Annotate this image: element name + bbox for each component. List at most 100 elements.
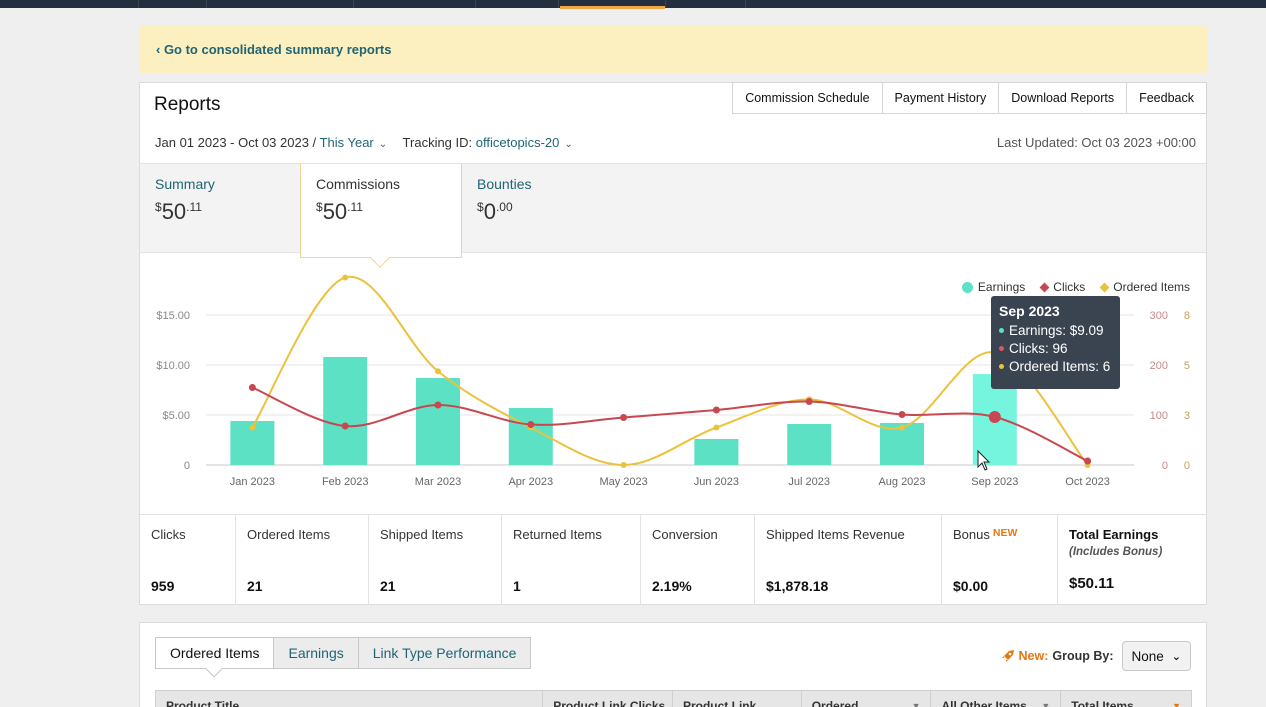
stat-label: Shipped Items <box>380 527 464 542</box>
x-axis-tick: Mar 2023 <box>415 476 461 488</box>
clicks-point <box>527 421 535 428</box>
consolidated-summary-link[interactable]: ‹ Go to consolidated summary reports <box>156 42 392 57</box>
stat-returned-items: Returned Items 1 <box>502 515 641 605</box>
clicks-axis-tick: 0 <box>1162 460 1168 472</box>
column-header-sortable[interactable]: Ordered ▼ <box>802 691 932 707</box>
ordered-axis-tick: 3 <box>1184 410 1190 422</box>
x-axis-tick: May 2023 <box>599 476 647 488</box>
summary-banner: ‹ Go to consolidated summary reports <box>139 26 1207 73</box>
stat-value: 1 <box>513 578 521 594</box>
tooltip-clicks: Clicks: 96 <box>999 341 1112 356</box>
group-by-label: Group By: <box>1052 649 1114 663</box>
active-nav-indicator <box>560 6 665 9</box>
x-axis-tick: Jan 2023 <box>230 476 275 488</box>
reports-card: Reports Commission Schedule Payment Hist… <box>139 82 1207 605</box>
left-axis-tick: $15.00 <box>156 310 190 322</box>
column-header-sortable[interactable]: All Other Items ▼ <box>931 691 1062 707</box>
ordered-items-point <box>249 424 256 431</box>
earnings-legend-dot <box>961 281 973 293</box>
legend-earnings[interactable]: Earnings <box>961 280 1025 294</box>
stat-label: Total Earnings <box>1069 527 1159 542</box>
stat-label: Conversion <box>652 527 718 542</box>
clicks-point <box>248 384 256 391</box>
new-label: New: <box>1018 649 1049 663</box>
report-table-card: Ordered Items Earnings Link Type Perform… <box>139 622 1207 707</box>
ordered-legend-marker <box>1099 282 1110 292</box>
legend-clicks[interactable]: Clicks <box>1039 280 1085 294</box>
nav-segment[interactable] <box>354 0 476 8</box>
ordered-axis-tick: 8 <box>1184 310 1190 322</box>
sort-icon: ▼ <box>911 701 921 707</box>
top-navigation-bar <box>0 0 1266 9</box>
column-header[interactable]: Product Link Clicks <box>543 691 673 707</box>
clicks-axis-tick: 100 <box>1150 410 1168 422</box>
ordered-axis-tick: 5 <box>1184 360 1190 372</box>
legend-ordered-items[interactable]: Ordered Items <box>1099 280 1190 294</box>
left-axis-tick: 0 <box>184 460 190 472</box>
ordered-items-point <box>713 424 720 431</box>
tooltip-ordered: Ordered Items: 6 <box>999 359 1112 374</box>
stat-ordered-items: Ordered Items 21 <box>236 515 369 605</box>
clicks-point <box>1084 457 1092 465</box>
stat-label: Returned Items <box>513 527 602 542</box>
ordered-items-line <box>251 275 1089 467</box>
clicks-axis-tick: 300 <box>1150 310 1168 322</box>
clicks-legend-marker <box>1039 282 1050 292</box>
clicks-point <box>620 414 628 421</box>
clicks-point <box>988 411 1001 423</box>
stats-row: Clicks 959 Ordered Items 21 Shipped Item… <box>140 514 1206 605</box>
x-axis-tick: Jun 2023 <box>694 476 739 488</box>
x-axis-tick: Feb 2023 <box>322 476 368 488</box>
stat-clicks: Clicks 959 <box>140 515 236 605</box>
stat-label: Clicks <box>151 527 186 542</box>
ordered-axis-tick: 0 <box>1184 460 1190 472</box>
stat-total-earnings: Total Earnings (Includes Bonus) $50.11 <box>1058 515 1206 605</box>
group-by-select[interactable]: None ⌄ <box>1121 641 1191 671</box>
group-by-control: New: Group By: None ⌄ <box>1001 641 1191 671</box>
tab-ordered-items[interactable]: Ordered Items <box>155 637 275 669</box>
nav-segment[interactable] <box>207 0 354 8</box>
x-axis-tick: Jul 2023 <box>788 476 830 488</box>
stat-shipped-revenue: Shipped Items Revenue $1,878.18 <box>755 515 942 605</box>
nav-segment[interactable] <box>666 0 746 8</box>
left-axis-tick: $5.00 <box>162 410 190 422</box>
left-axis-tick: $10.00 <box>156 360 190 372</box>
clicks-point <box>341 422 349 430</box>
tooltip-title: Sep 2023 <box>999 303 1060 319</box>
stat-label: Bonus NEW <box>953 527 1018 542</box>
stat-value: 2.19% <box>652 578 692 594</box>
nav-segment[interactable] <box>0 0 139 8</box>
stat-value: 959 <box>151 578 175 594</box>
stat-value: $0.00 <box>953 578 989 594</box>
column-header[interactable]: Product Link <box>673 691 802 707</box>
nav-segment[interactable] <box>476 0 559 8</box>
earnings-bar <box>416 378 460 465</box>
stat-conversion: Conversion 2.19% <box>641 515 755 605</box>
ordered-items-point <box>342 274 349 281</box>
chevron-down-icon: ⌄ <box>1171 650 1181 663</box>
clicks-axis-tick: 200 <box>1150 360 1168 372</box>
sort-icon: ▼ <box>1041 701 1051 707</box>
nav-segment[interactable] <box>139 0 207 8</box>
column-header[interactable]: Product Title <box>156 691 544 707</box>
ordered-items-point <box>620 462 627 468</box>
stat-value: $1,878.18 <box>766 578 829 594</box>
stat-sublabel: (Includes Bonus) <box>1069 546 1163 558</box>
clicks-point <box>805 398 813 405</box>
x-axis-tick: Apr 2023 <box>508 476 553 488</box>
tab-link-type-performance[interactable]: Link Type Performance <box>358 637 532 669</box>
x-axis-tick: Oct 2023 <box>1065 476 1110 488</box>
clicks-point <box>434 401 442 409</box>
ordered-items-point <box>435 368 441 375</box>
stat-shipped-items: Shipped Items 21 <box>369 515 502 605</box>
tab-earnings[interactable]: Earnings <box>274 637 359 669</box>
stat-value: $50.11 <box>1069 575 1115 592</box>
stat-value: 21 <box>380 578 396 594</box>
stat-bonus: Bonus NEW $0.00 <box>942 515 1058 605</box>
stat-value: 21 <box>247 578 263 594</box>
column-header-sortable[interactable]: Total Items ▼ <box>1061 691 1191 707</box>
table-header: Product Title Product Link Clicks Produc… <box>155 690 1192 707</box>
earnings-bar <box>694 439 739 465</box>
earnings-bar <box>323 357 368 465</box>
clicks-point <box>898 411 906 418</box>
